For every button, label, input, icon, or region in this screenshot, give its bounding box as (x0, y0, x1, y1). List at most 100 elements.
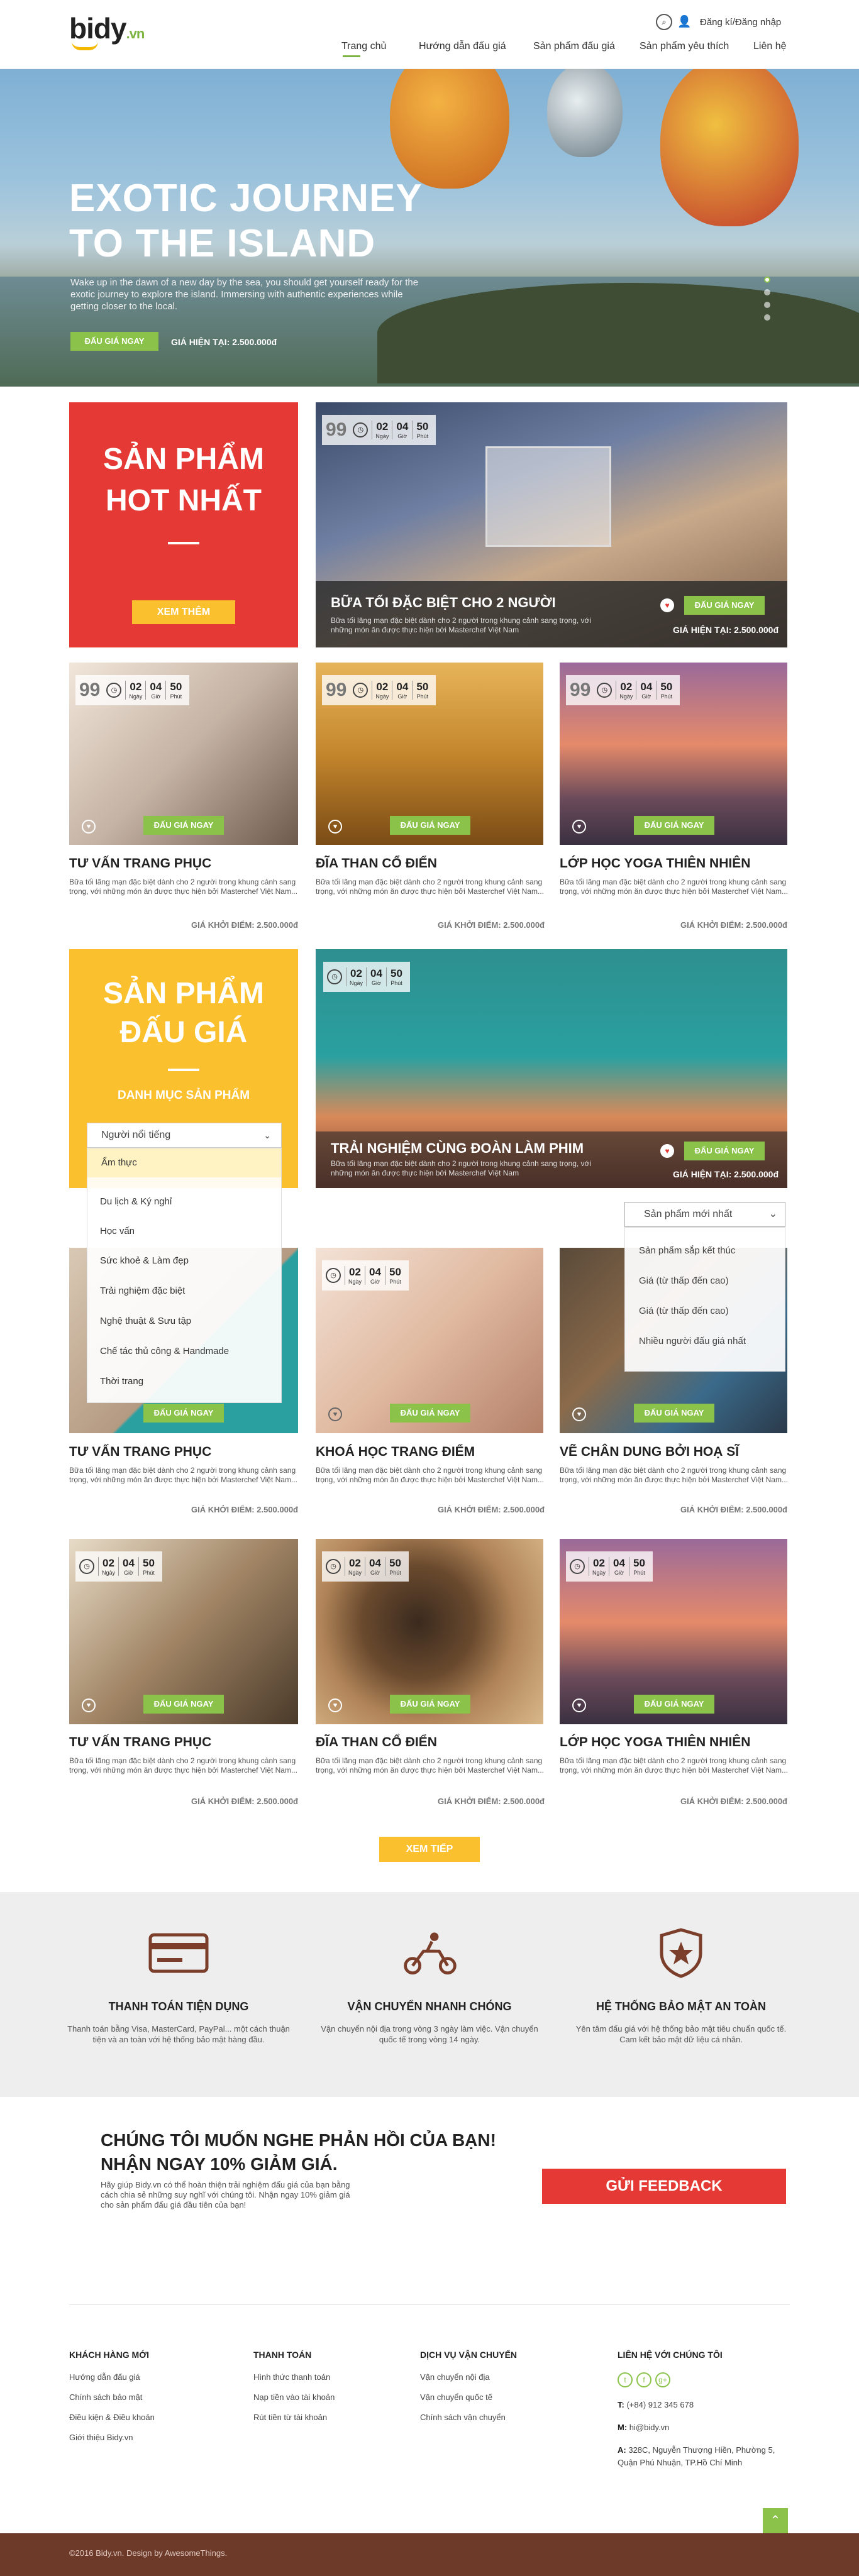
product-card[interactable]: ◷ 02 Ngày 04 Giờ 50 Phút ♥ ĐẤU GIÁ NGAY (316, 1248, 543, 1433)
countdown-timer: ◷ 02 Ngày 04 Giờ 50 Phút (75, 1551, 162, 1582)
product-title[interactable]: LỚP HỌC YOGA THIÊN NHIÊN (560, 856, 750, 871)
nav-auction-guide[interactable]: Hướng dẫn đấu giá (419, 41, 506, 52)
phone-value[interactable]: (+84) 912 345 678 (626, 2400, 694, 2409)
logo[interactable]: bidy.vn (69, 11, 145, 50)
product-title[interactable]: LỚP HỌC YOGA THIÊN NHIÊN (560, 1735, 750, 1750)
bid-button[interactable]: ĐẤU GIÁ NGAY (390, 816, 470, 835)
sort-select[interactable]: Sản phẩm mới nhất ⌄ (624, 1202, 785, 1227)
slide-dot[interactable] (764, 314, 770, 321)
minutes-label: Phút (389, 1570, 401, 1576)
product-title[interactable]: TƯ VẤN TRANG PHỤC (69, 856, 211, 871)
countdown-timer: 99 ◷ 02 Ngày 04 Giờ 50 Phút (75, 675, 190, 705)
facebook-icon[interactable]: f (636, 2372, 651, 2387)
heart-icon[interactable]: ♥ (82, 1698, 96, 1712)
bid-button[interactable]: ĐẤU GIÁ NGAY (143, 816, 224, 835)
back-to-top-icon[interactable]: ⌃ (763, 2508, 788, 2533)
featured-product-card[interactable]: ◷ 02 Ngày 04 Giờ 50 Phút TRẢI NGHIỆM CÙNG Đ… (316, 949, 787, 1188)
product-desc: Bữa tối lãng mạn đặc biệt dành cho 2 ngư… (69, 1466, 297, 1484)
nav-contact[interactable]: Liên hệ (753, 41, 787, 52)
product-card[interactable]: 99 ◷ 02 Ngày 04 Giờ 50 Phút ♥ ĐẤU GIÁ NGAY (560, 663, 787, 845)
heart-icon[interactable]: ♥ (660, 1144, 674, 1158)
bid-button[interactable]: ĐẤU GIÁ NGAY (634, 1404, 714, 1423)
sort-option[interactable]: Giá (từ thấp đến cao) (639, 1306, 729, 1316)
footer-link[interactable]: Vận chuyển nội địa (420, 2372, 517, 2382)
category-option[interactable]: Nghệ thuật & Sưu tập (100, 1316, 191, 1326)
google-plus-icon[interactable]: g+ (655, 2372, 670, 2387)
login-link[interactable]: Đăng kí/Đăng nhập (700, 17, 781, 28)
product-card[interactable]: ◷ 02 Ngày 04 Giờ 50 Phút ♥ ĐẤU GIÁ NGAY (560, 1539, 787, 1724)
countdown-timer: ◷ 02 Ngày 04 Giờ 50 Phút (566, 1551, 653, 1582)
hours-value: 04 (123, 1557, 135, 1569)
heart-icon[interactable]: ♥ (660, 598, 674, 612)
send-feedback-button[interactable]: GỬI FEEDBACK (542, 2169, 786, 2204)
twitter-icon[interactable]: t (618, 2372, 633, 2387)
footer-link[interactable]: Giới thiệu Bidy.vn (69, 2433, 155, 2442)
bid-button[interactable]: ĐẤU GIÁ NGAY (143, 1404, 224, 1423)
bid-button[interactable]: ĐẤU GIÁ NGAY (390, 1404, 470, 1423)
footer-link[interactable]: Điều kiện & Điều khoản (69, 2413, 155, 2422)
see-more-button[interactable]: XEM THÊM (132, 600, 235, 624)
slide-dot[interactable] (764, 302, 770, 308)
nav-favorites[interactable]: Sản phẩm yêu thích (640, 41, 729, 52)
product-card[interactable]: ◷ 02 Ngày 04 Giờ 50 Phút ♥ ĐẤU GIÁ NGAY (69, 1539, 298, 1724)
footer-link[interactable]: Nạp tiền vào tài khoản (253, 2392, 335, 2402)
category-option[interactable]: Chế tác thủ công & Handmade (100, 1346, 229, 1357)
days-value: 02 (593, 1557, 605, 1569)
product-title[interactable]: KHOÁ HỌC TRANG ĐIỂM (316, 1445, 475, 1460)
heart-icon[interactable]: ♥ (328, 1407, 342, 1421)
category-select[interactable]: Người nổi tiếng ⌄ (87, 1123, 282, 1148)
nav-home[interactable]: Trang chủ (341, 41, 386, 52)
heart-icon[interactable]: ♥ (328, 1698, 342, 1712)
footer-link[interactable]: Vận chuyển quốc tế (420, 2392, 517, 2402)
bid-button[interactable]: ĐẤU GIÁ NGAY (143, 1695, 224, 1714)
category-option[interactable]: Thời trang (100, 1376, 143, 1387)
heart-icon[interactable]: ♥ (328, 820, 342, 834)
product-card[interactable]: 99 ◷ 02 Ngày 04 Giờ 50 Phút ♥ ĐẤU GIÁ NGAY (69, 663, 298, 845)
mail-value[interactable]: hi@bidy.vn (629, 2423, 670, 2432)
days-label: Ngày (375, 433, 389, 439)
heart-icon[interactable]: ♥ (572, 1698, 586, 1712)
address-value: 328C, Nguyễn Thượng Hiền, Phường 5, Quận… (618, 2445, 775, 2467)
featured-product-card[interactable]: 99 ◷ 02 Ngày 04 Giờ 50 Phút BỮA TỐI ĐẶC BIỆ… (316, 402, 787, 647)
hours-label: Giờ (397, 693, 407, 700)
minutes-value: 50 (633, 1557, 645, 1569)
slide-dot[interactable] (764, 289, 770, 295)
user-icon[interactable]: 👤 (677, 15, 691, 28)
sort-option[interactable]: Giá (từ thấp đến cao) (639, 1275, 729, 1286)
product-card[interactable]: 99 ◷ 02 Ngày 04 Giờ 50 Phút ♥ ĐẤU GIÁ NGAY (316, 663, 543, 845)
clock-icon: ◷ (106, 683, 122, 698)
footer-link[interactable]: Chính sách bảo mật (69, 2392, 155, 2402)
product-desc: Bữa tối lãng mạn đặc biệt dành cho 2 ngư… (560, 1756, 788, 1775)
slide-dot[interactable] (764, 277, 770, 283)
footer-link[interactable]: Chính sách vận chuyển (420, 2413, 517, 2422)
bid-button[interactable]: ĐẤU GIÁ NGAY (684, 596, 765, 615)
footer-link[interactable]: Hình thức thanh toán (253, 2372, 335, 2382)
product-title[interactable]: VẼ CHÂN DUNG BỞI HOẠ SĨ (560, 1445, 739, 1460)
heart-icon[interactable]: ♥ (572, 1407, 586, 1421)
load-more-button[interactable]: XEM TIẾP (379, 1837, 480, 1862)
heart-icon[interactable]: ♥ (82, 820, 96, 834)
category-option[interactable]: Du lịch & Ký nghỉ (100, 1196, 172, 1207)
bid-button[interactable]: ĐẤU GIÁ NGAY (684, 1142, 765, 1160)
nav-auction-products[interactable]: Sản phẩm đấu giá (533, 41, 615, 52)
sort-option[interactable]: Nhiều người đấu giá nhất (639, 1336, 746, 1346)
sort-option[interactable]: Sản phẩm sắp kết thúc (639, 1245, 735, 1256)
search-icon[interactable]: ⌕ (656, 14, 672, 30)
heart-icon[interactable]: ♥ (572, 820, 586, 834)
footer-link[interactable]: Hướng dẫn đấu giá (69, 2372, 155, 2382)
category-option[interactable]: Học vấn (100, 1226, 135, 1236)
product-title[interactable]: TƯ VẤN TRANG PHỤC (69, 1735, 211, 1750)
product-card[interactable]: ◷ 02 Ngày 04 Giờ 50 Phút ♥ ĐẤU GIÁ NGAY (316, 1539, 543, 1724)
bid-button[interactable]: ĐẤU GIÁ NGAY (390, 1695, 470, 1714)
category-option[interactable]: Sức khoẻ & Làm đẹp (100, 1255, 189, 1266)
bid-button[interactable]: ĐẤU GIÁ NGAY (634, 816, 714, 835)
product-title[interactable]: ĐĨA THAN CỔ ĐIỂN (316, 1735, 437, 1750)
category-option[interactable]: Trải nghiệm đặc biệt (100, 1285, 185, 1296)
bid-button[interactable]: ĐẤU GIÁ NGAY (634, 1695, 714, 1714)
product-title[interactable]: ĐĨA THAN CỔ ĐIỂN (316, 856, 437, 871)
hero-bid-button[interactable]: ĐẤU GIÁ NGAY (70, 332, 158, 351)
footer-link[interactable]: Rút tiền từ tài khoản (253, 2413, 335, 2422)
category-option[interactable]: Ẩm thực (87, 1148, 281, 1177)
header: bidy.vn ⌕ 👤 Đăng kí/Đăng nhập Trang chủ … (0, 0, 859, 69)
product-title[interactable]: TƯ VẤN TRANG PHỤC (69, 1445, 211, 1460)
